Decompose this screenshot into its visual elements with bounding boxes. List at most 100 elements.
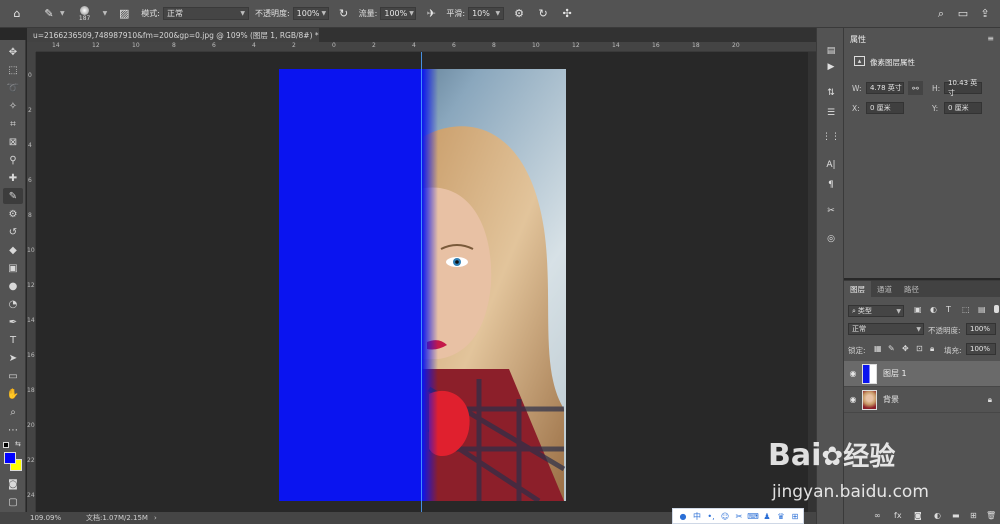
tools-preset-icon[interactable]: ✂ [823, 204, 839, 218]
crop-tool-icon[interactable]: ⌗ [3, 116, 23, 132]
blur-tool-icon[interactable]: ● [3, 278, 23, 294]
document-tab[interactable]: u=2166236509,748987910&fm=200&gp=0.jpg @… [27, 28, 319, 42]
frame-tool-icon[interactable]: ⊠ [3, 134, 23, 150]
gear-icon[interactable]: ⚙ [510, 5, 528, 23]
filter-type-icon[interactable]: T [946, 305, 951, 314]
properties-tab[interactable]: 属性 [844, 28, 872, 50]
brush-settings-icon[interactable]: ▨ [115, 5, 133, 23]
hand-tool-icon[interactable]: ✋ [3, 386, 23, 402]
new-layer-icon[interactable]: ⊞ [970, 511, 977, 520]
workspace-icon[interactable]: ▭ [954, 5, 972, 23]
swap-colors-icon[interactable]: ⇆ [15, 440, 21, 448]
brush-caret[interactable]: ▼ [103, 10, 108, 17]
zoom-level[interactable]: 109.09% [30, 514, 74, 522]
path-select-tool-icon[interactable]: ➤ [3, 350, 23, 366]
ime-shirt-icon[interactable]: ♛ [774, 509, 788, 523]
zoom-tool-icon[interactable]: ⌕ [3, 404, 23, 420]
trash-icon[interactable]: 🗑︎ [986, 511, 996, 520]
actions-play-icon[interactable]: ▶ [823, 60, 839, 74]
history-icon[interactable]: ▤ [823, 44, 839, 58]
ime-chinese-icon[interactable]: 中 [690, 509, 704, 523]
lock-position-icon[interactable]: ✥ [902, 344, 909, 353]
group-icon[interactable]: ▬ [952, 511, 960, 520]
healing-brush-tool-icon[interactable]: ✚ [3, 170, 23, 186]
history-brush-tool-icon[interactable]: ↺ [3, 224, 23, 240]
lock-transparent-icon[interactable]: ▦ [874, 344, 882, 353]
filter-shape-icon[interactable]: ⬚ [962, 305, 970, 314]
vertical-guide[interactable] [421, 52, 422, 512]
smoothing-input[interactable]: 10% ▼ [468, 7, 505, 20]
fill-field[interactable]: 100% [966, 343, 996, 355]
lasso-tool-icon[interactable]: ➰ [3, 80, 23, 96]
marquee-tool-icon[interactable]: ⬚ [3, 62, 23, 78]
visibility-eye-icon[interactable]: ◉ [844, 369, 862, 378]
pen-tool-icon[interactable]: ✒ [3, 314, 23, 330]
more-tools-icon[interactable]: ⋯ [3, 422, 23, 438]
brush-preset-picker[interactable]: 187 [75, 5, 95, 22]
layer-opacity-field[interactable]: 100% [966, 323, 996, 335]
layer-row-background[interactable]: ◉ 背景 🔒︎ [844, 387, 1000, 413]
quick-mask-icon[interactable]: ◙ [3, 476, 23, 492]
layer-style-icon[interactable]: fx [894, 511, 902, 520]
brush-tool-icon[interactable]: ✎ [3, 188, 23, 204]
share-icon[interactable]: ⇪ [976, 5, 994, 23]
ime-user-icon[interactable]: ♟ [760, 509, 774, 523]
mode-dropdown[interactable]: 正常 ▼ [162, 7, 249, 20]
flow-input[interactable]: 100% ▼ [380, 7, 417, 20]
default-colors-icon[interactable] [3, 442, 9, 448]
character-icon[interactable]: A| [823, 158, 839, 172]
move-tool-icon[interactable]: ✥ [3, 44, 23, 60]
rectangle-tool-icon[interactable]: ▭ [3, 368, 23, 384]
lock-all-icon[interactable]: 🔒︎ [930, 344, 934, 354]
paragraph-icon[interactable]: ¶ [823, 178, 839, 192]
filter-smart-icon[interactable]: ▤ [978, 305, 986, 314]
x-field[interactable]: 0 厘米 [866, 102, 904, 114]
sliders-icon[interactable]: ☰ [823, 106, 839, 120]
document-canvas[interactable] [279, 69, 566, 501]
layer-kind-filter[interactable]: ⌕ 类型 ▼ [848, 305, 904, 317]
lock-artboard-icon[interactable]: ⊡ [916, 344, 923, 353]
search-icon[interactable]: ⌕ [932, 5, 950, 23]
libraries-icon[interactable]: ◎ [823, 232, 839, 246]
tool-preset-caret[interactable]: ▼ [60, 10, 65, 17]
tab-layers[interactable]: 图层 [844, 281, 871, 297]
visibility-eye-icon[interactable]: ◉ [844, 395, 862, 404]
channels-icon[interactable]: ⋮⋮ [822, 130, 840, 144]
symmetry-icon[interactable]: ✣ [558, 5, 576, 23]
ime-punctuation-icon[interactable]: •, [704, 509, 718, 523]
gradient-tool-icon[interactable]: ▣ [3, 260, 23, 276]
ruler-top[interactable]: 14 12 10 8 6 4 2 0 2 4 6 8 10 12 14 16 1… [36, 42, 816, 52]
type-tool-icon[interactable]: T [3, 332, 23, 348]
foreground-color-swatch[interactable] [4, 452, 16, 464]
home-icon[interactable]: ⌂ [8, 5, 26, 23]
ime-logo-icon[interactable]: ● [676, 509, 690, 523]
tab-channels[interactable]: 通道 [871, 281, 898, 297]
ime-scissors-icon[interactable]: ✂ [732, 509, 746, 523]
panel-menu-icon[interactable]: ≡ [987, 34, 994, 43]
adjustments-icon[interactable]: ⇅ [823, 86, 839, 100]
ruler-left[interactable]: 0 2 4 6 8 10 12 14 16 18 20 22 24 [27, 52, 36, 512]
brush-tool-icon[interactable]: ✎ [40, 5, 58, 23]
adjustment-layer-icon[interactable]: ◐ [934, 511, 941, 520]
ruler-corner[interactable] [27, 42, 36, 52]
filter-toggle-icon[interactable] [994, 305, 999, 313]
ime-grid-icon[interactable]: ⊞ [788, 509, 802, 523]
pressure-opacity-icon[interactable]: ↻ [335, 5, 353, 23]
document-size[interactable]: 文档:1.07M/2.15M [86, 513, 148, 523]
layer-row-layer-1[interactable]: ◉ 图层 1 [844, 361, 1000, 387]
blend-mode-dropdown[interactable]: 正常 ▼ [848, 323, 924, 335]
ime-emoji-icon[interactable]: ☺ [718, 509, 732, 523]
filter-adjust-icon[interactable]: ◐ [930, 305, 937, 314]
dodge-tool-icon[interactable]: ◔ [3, 296, 23, 312]
lock-image-icon[interactable]: ✎ [888, 344, 895, 353]
airbrush-icon[interactable]: ✈ [422, 5, 440, 23]
filter-pixel-icon[interactable]: ▣ [914, 305, 922, 314]
clone-stamp-tool-icon[interactable]: ⚙ [3, 206, 23, 222]
height-field[interactable]: 10.43 英寸 [944, 79, 982, 97]
ime-keyboard-icon[interactable]: ⌨ [746, 509, 760, 523]
opacity-input[interactable]: 100% ▼ [292, 7, 329, 20]
screen-mode-icon[interactable]: ▢ [3, 494, 23, 510]
pressure-size-icon[interactable]: ↻ [534, 5, 552, 23]
link-icon[interactable]: ⚯ [908, 81, 923, 95]
layer-mask-icon[interactable]: ◙ [914, 511, 922, 520]
